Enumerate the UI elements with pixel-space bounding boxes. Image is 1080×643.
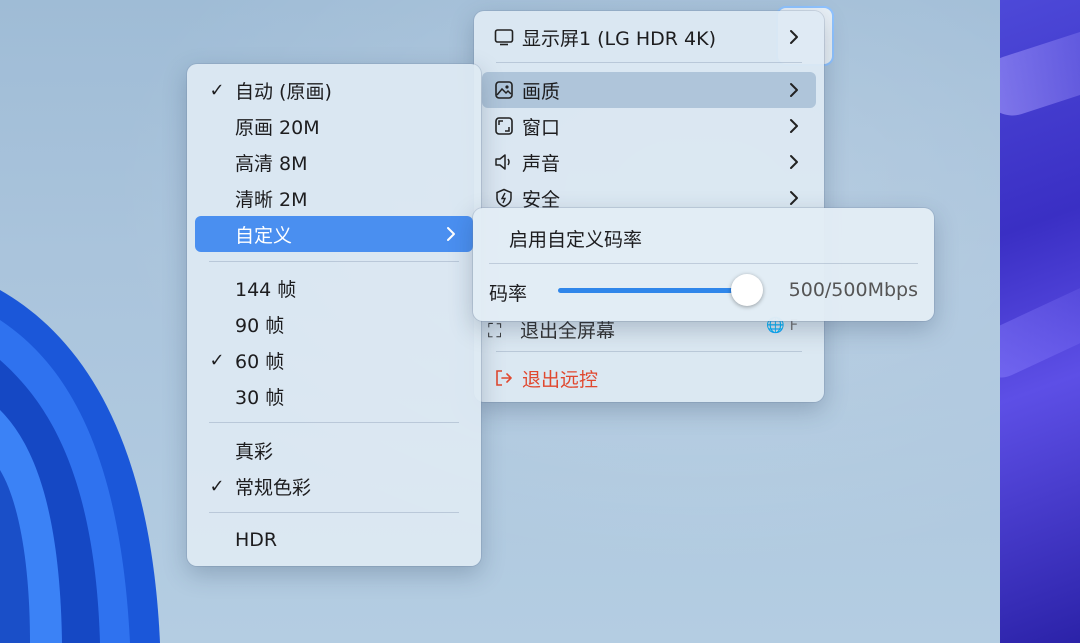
- menu-item-sound[interactable]: 声音: [482, 144, 816, 180]
- custom-bitrate-popover: 启用自定义码率 码率 500/500Mbps: [473, 208, 934, 321]
- exit-remote-button[interactable]: 退出远控: [482, 360, 816, 396]
- wallpaper-right: [1000, 0, 1080, 643]
- menu-separator: [496, 62, 802, 63]
- chevron-right-icon: [447, 227, 455, 241]
- bitrate-slider-track[interactable]: [558, 288, 753, 293]
- option-label: 清晰 2M: [235, 188, 308, 211]
- option-label: 原画 20M: [235, 116, 320, 139]
- window-icon: [492, 114, 516, 138]
- quality-option-custom[interactable]: 自定义: [195, 216, 473, 252]
- fps-option-30[interactable]: 30 帧: [195, 378, 473, 414]
- bitrate-slider-thumb[interactable]: [731, 274, 763, 306]
- option-label: 高清 8M: [235, 152, 308, 175]
- quality-option-hd[interactable]: 高清 8M: [195, 144, 473, 180]
- quality-option-auto[interactable]: ✓ 自动 (原画): [195, 72, 473, 108]
- checkmark-icon: ✓: [209, 475, 225, 497]
- option-label: HDR: [235, 529, 278, 551]
- option-label: 144 帧: [235, 278, 297, 301]
- option-label: 自定义: [235, 224, 293, 247]
- chevron-right-icon: [790, 191, 798, 205]
- fps-option-90[interactable]: 90 帧: [195, 306, 473, 342]
- menu-item-label: 画质: [522, 80, 561, 103]
- bitrate-value: 500/500Mbps: [788, 279, 918, 301]
- color-option-true[interactable]: 真彩: [195, 432, 473, 468]
- chevron-right-icon: [790, 30, 798, 44]
- menu-separator: [209, 422, 459, 423]
- menu-item-label: 显示屏1 (LG HDR 4K): [522, 27, 717, 50]
- fps-option-144[interactable]: 144 帧: [195, 270, 473, 306]
- chevron-right-icon: [790, 119, 798, 133]
- checkmark-icon: ✓: [209, 79, 225, 101]
- wallpaper-swirl: [0, 290, 160, 643]
- option-label: 常规色彩: [235, 476, 312, 499]
- chevron-right-icon: [790, 83, 798, 97]
- shield-icon: [492, 186, 516, 210]
- color-option-standard[interactable]: ✓ 常规色彩: [195, 468, 473, 504]
- quality-submenu: ✓ 自动 (原画) 原画 20M 高清 8M 清晰 2M 自定义 144 帧 9…: [187, 64, 481, 566]
- menu-item-label: 声音: [522, 152, 561, 175]
- menu-separator: [209, 512, 459, 513]
- image-icon: [492, 78, 516, 102]
- speaker-icon: [492, 150, 516, 174]
- checkmark-icon: ✓: [209, 349, 225, 371]
- hdr-option[interactable]: HDR: [195, 522, 473, 558]
- menu-item-window[interactable]: 窗口: [482, 108, 816, 144]
- fullscreen-icon: ⛶: [488, 320, 502, 342]
- option-label: 90 帧: [235, 314, 285, 337]
- quality-option-clear[interactable]: 清晰 2M: [195, 180, 473, 216]
- enable-custom-bitrate-option[interactable]: 启用自定义码率: [509, 225, 642, 252]
- bitrate-label: 码率: [489, 283, 528, 305]
- option-label: 自动 (原画): [235, 80, 332, 103]
- option-label: 30 帧: [235, 386, 285, 409]
- exit-icon: [492, 366, 516, 390]
- exit-remote-label: 退出远控: [522, 368, 599, 391]
- popover-separator: [489, 263, 918, 264]
- chevron-right-icon: [790, 155, 798, 169]
- quality-option-original[interactable]: 原画 20M: [195, 108, 473, 144]
- monitor-icon: [492, 25, 516, 49]
- menu-item-display[interactable]: 显示屏1 (LG HDR 4K): [482, 19, 816, 55]
- menu-separator: [209, 261, 459, 262]
- option-label: 真彩: [235, 440, 274, 463]
- menu-item-label: 退出全屏幕: [520, 320, 616, 342]
- option-label: 60 帧: [235, 350, 285, 373]
- remote-control-menu: 显示屏1 (LG HDR 4K) 画质 窗口 声音 安全 退出远控: [474, 11, 824, 402]
- menu-item-label: 窗口: [522, 116, 561, 139]
- menu-item-quality[interactable]: 画质: [482, 72, 816, 108]
- menu-separator: [496, 351, 802, 352]
- fps-option-60[interactable]: ✓ 60 帧: [195, 342, 473, 378]
